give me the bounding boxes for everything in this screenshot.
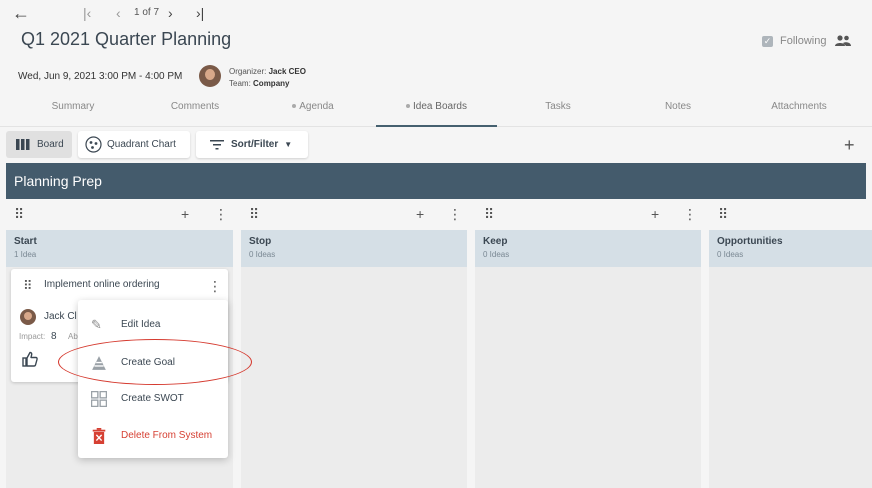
sort-filter-button[interactable]: Sort/Filter ▼ bbox=[196, 131, 308, 158]
board-title: Planning Prep bbox=[14, 173, 102, 189]
column-count: 1 Idea bbox=[14, 250, 37, 259]
tab-attachments[interactable]: Attachments bbox=[744, 96, 854, 125]
tab-bar: Summary Comments Agenda Idea Boards Task… bbox=[0, 96, 872, 127]
delete-idea-menu-item[interactable]: Delete From System bbox=[78, 420, 228, 450]
column-stop: Stop 0 Ideas bbox=[241, 230, 467, 488]
top-nav: ← |‹ ‹ 1 of 7 › ›| bbox=[0, 0, 872, 26]
add-idea-icon[interactable]: + bbox=[651, 206, 659, 226]
tab-comments[interactable]: Comments bbox=[140, 96, 250, 125]
tab-label: Comments bbox=[170, 101, 220, 112]
more-vert-icon[interactable]: ⋮ bbox=[214, 206, 228, 226]
tab-summary[interactable]: Summary bbox=[18, 96, 128, 125]
chevron-left-icon[interactable]: ‹ bbox=[116, 5, 121, 21]
column-name: Opportunities bbox=[717, 236, 783, 247]
checkbox-icon[interactable]: ✓ bbox=[762, 35, 773, 47]
column-count: 0 Ideas bbox=[717, 250, 744, 259]
quadrant-chart-button[interactable]: Quadrant Chart bbox=[78, 131, 190, 158]
column-name: Start bbox=[14, 236, 37, 247]
column-name: Stop bbox=[249, 236, 272, 247]
dot-icon bbox=[292, 104, 297, 109]
drag-handle-icon[interactable]: ⠿ bbox=[484, 206, 494, 226]
tab-notes[interactable]: Notes bbox=[623, 96, 733, 125]
add-board-icon[interactable]: + bbox=[844, 135, 855, 156]
page-title: Q1 2021 Quarter Planning bbox=[21, 29, 232, 49]
grid-icon bbox=[91, 391, 107, 407]
organizer-info: Organizer: Jack CEO Team: Company bbox=[229, 66, 306, 90]
tab-label: Summary bbox=[51, 101, 95, 112]
organizer-name: Jack CEO bbox=[268, 67, 306, 76]
tab-label: Idea Boards bbox=[413, 101, 467, 112]
tab-idea-boards[interactable]: Idea Boards bbox=[376, 96, 497, 127]
thumbs-up-icon[interactable] bbox=[22, 351, 38, 367]
highlight-ellipse bbox=[58, 339, 252, 385]
sort-filter-label: Sort/Filter bbox=[231, 139, 279, 150]
last-page-icon[interactable]: ›| bbox=[196, 5, 204, 21]
edit-idea-menu-item[interactable]: ✎ Edit Idea bbox=[78, 309, 228, 339]
more-vert-icon[interactable]: ⋮ bbox=[683, 206, 697, 226]
drag-handle-icon[interactable]: ⠿ bbox=[23, 278, 33, 294]
arrow-left-icon[interactable]: ← bbox=[12, 3, 30, 24]
drag-handle-icon[interactable]: ⠿ bbox=[718, 206, 728, 226]
more-vert-icon[interactable]: ⋮ bbox=[448, 206, 462, 226]
quadrant-chart-icon bbox=[85, 136, 102, 153]
tab-agenda[interactable]: Agenda bbox=[258, 96, 368, 125]
tab-label: Agenda bbox=[299, 101, 334, 112]
drag-handle-icon[interactable]: ⠿ bbox=[14, 206, 24, 226]
filter-icon bbox=[210, 139, 224, 149]
impact-value: 8 bbox=[51, 331, 57, 342]
team-name: Company bbox=[253, 79, 290, 88]
board-view-button[interactable]: Board bbox=[6, 131, 72, 158]
impact-label: Impact: bbox=[19, 332, 46, 341]
column-count: 0 Ideas bbox=[483, 250, 510, 259]
first-page-icon[interactable]: |‹ bbox=[83, 5, 91, 21]
drag-handle-icon[interactable]: ⠿ bbox=[249, 206, 259, 226]
more-vert-icon[interactable]: ⋮ bbox=[208, 278, 222, 295]
edit-idea-label: Edit Idea bbox=[121, 319, 161, 330]
meeting-date: Wed, Jun 9, 2021 3:00 PM - 4:00 PM bbox=[18, 71, 183, 82]
people-icon bbox=[835, 35, 852, 46]
meeting-meta: Wed, Jun 9, 2021 3:00 PM - 4:00 PM Organ… bbox=[18, 64, 418, 94]
avatar bbox=[20, 309, 36, 325]
column-keep: Keep 0 Ideas bbox=[475, 230, 701, 488]
avatar bbox=[199, 65, 221, 87]
delete-idea-label: Delete From System bbox=[121, 430, 213, 441]
board-columns-icon bbox=[16, 139, 30, 150]
tab-label: Attachments bbox=[771, 101, 827, 112]
quadrant-chart-label: Quadrant Chart bbox=[107, 139, 176, 150]
pencil-icon: ✎ bbox=[91, 317, 102, 332]
column-count: 0 Ideas bbox=[249, 250, 276, 259]
idea-title[interactable]: Implement online ordering bbox=[44, 279, 160, 290]
column-opportunities: Opportunities 0 Ideas bbox=[709, 230, 872, 488]
following-label: Following bbox=[780, 35, 827, 47]
pagination-text: 1 of 7 bbox=[134, 7, 160, 18]
board-view-label: Board bbox=[37, 139, 64, 150]
tab-label: Notes bbox=[664, 101, 692, 112]
create-swot-menu-item[interactable]: Create SWOT bbox=[78, 383, 228, 413]
tab-label: Tasks bbox=[545, 101, 571, 112]
trash-icon bbox=[92, 428, 106, 444]
other-label: Ab bbox=[68, 332, 78, 341]
add-idea-icon[interactable]: + bbox=[181, 206, 189, 226]
following-toggle[interactable]: ✓ Following bbox=[762, 35, 852, 47]
caret-down-icon: ▼ bbox=[284, 140, 293, 149]
chevron-right-icon[interactable]: › bbox=[168, 5, 173, 21]
column-name: Keep bbox=[483, 236, 508, 247]
idea-author: Jack Cl bbox=[44, 311, 77, 322]
organizer-label: Organizer: bbox=[229, 67, 267, 76]
create-swot-label: Create SWOT bbox=[121, 393, 184, 404]
dot-icon bbox=[406, 104, 411, 109]
team-label: Team: bbox=[229, 79, 251, 88]
add-idea-icon[interactable]: + bbox=[416, 206, 424, 226]
tab-tasks[interactable]: Tasks bbox=[503, 96, 613, 125]
board-banner: Planning Prep bbox=[6, 163, 866, 199]
